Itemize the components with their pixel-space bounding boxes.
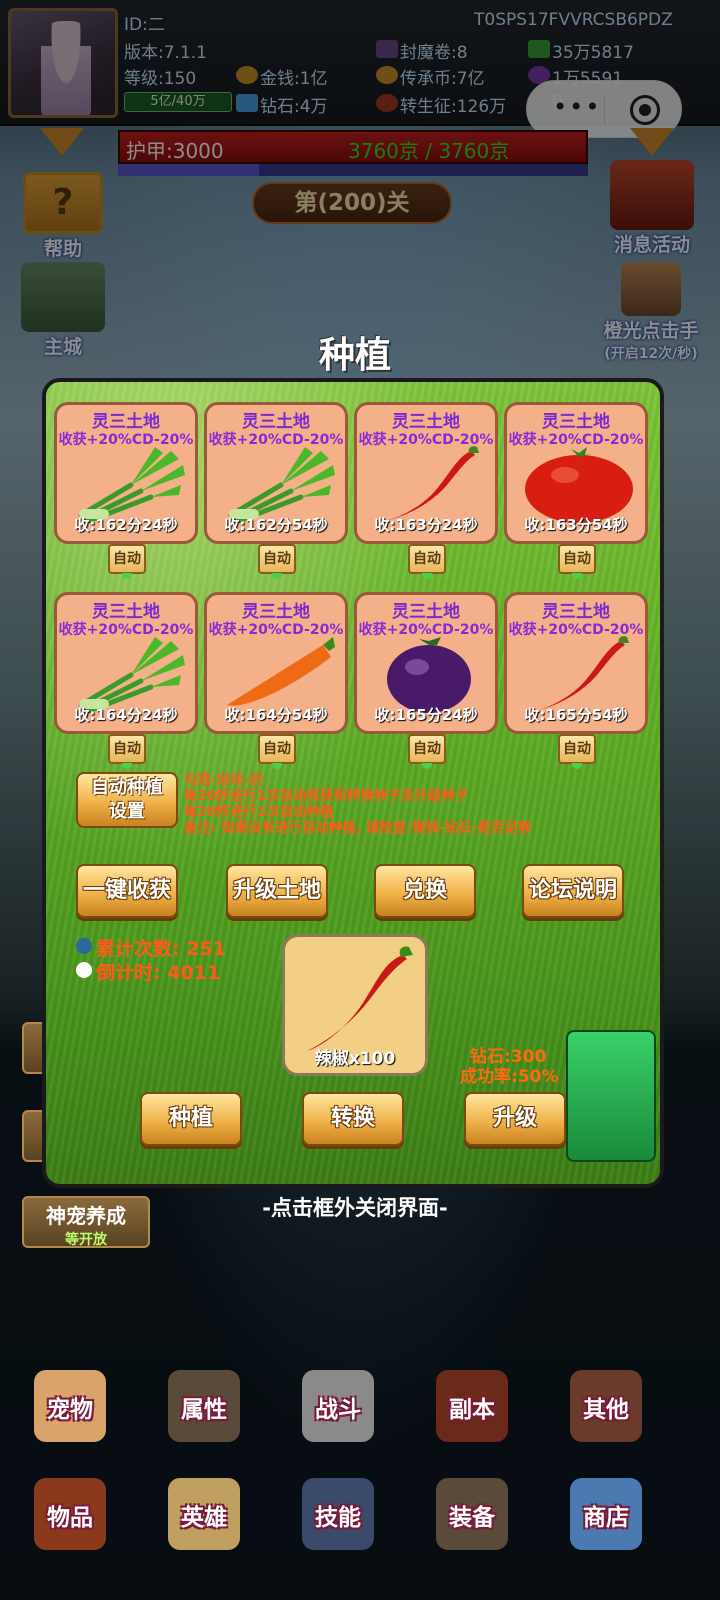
upgrade-button[interactable]: 升级 <box>464 1092 566 1146</box>
plant-button[interactable]: 种植 <box>140 1092 242 1146</box>
convert-button[interactable]: 转换 <box>302 1092 404 1146</box>
auto-toggle-button[interactable]: 自动 <box>408 734 446 769</box>
auto-toggle-button[interactable]: 自动 <box>408 544 446 579</box>
auto-toggle-button[interactable]: 自动 <box>558 734 596 769</box>
nav-item[interactable]: 商店 <box>556 1468 656 1568</box>
nav-label: 物品 <box>47 1505 93 1531</box>
nav-item[interactable]: 物品 <box>20 1468 120 1568</box>
selected-seed-slot[interactable]: 辣椒x100 <box>282 934 428 1076</box>
plot-harvest-time: 收:162分24秒 <box>74 516 178 534</box>
plot-harvest-time: 收:165分54秒 <box>524 706 628 724</box>
nav-label: 副本 <box>449 1397 495 1423</box>
plot-harvest-time: 收:162分54秒 <box>224 516 328 534</box>
farm-plot[interactable]: 灵三土地 收获+20%CD-20% 收:165分24秒 <box>354 592 498 734</box>
plot-harvest-time: 收:165分24秒 <box>374 706 478 724</box>
upgrade-land-button[interactable]: 升级土地 <box>226 864 328 918</box>
auto-toggle-button[interactable]: 自动 <box>258 544 296 579</box>
nav-label: 战斗 <box>315 1397 361 1423</box>
note-line: 备注: 如果没有进行自动种植, 请检查-银钱-钻石-是否足够 <box>184 820 532 836</box>
greens-crop-icon <box>71 635 187 714</box>
auto-toggle-button[interactable]: 自动 <box>108 544 146 579</box>
close-hint: -点击框外关闭界面- <box>262 1196 448 1220</box>
farm-plot[interactable]: 灵三土地 收获+20%CD-20% 收:162分54秒 <box>204 402 348 544</box>
nav-item[interactable]: 副本 <box>422 1360 522 1460</box>
nav-item[interactable]: 宠物 <box>20 1360 120 1460</box>
farm-plot[interactable]: 灵三土地 收获+20%CD-20% 收:164分54秒 <box>204 592 348 734</box>
nav-label: 商店 <box>583 1505 629 1531</box>
auto-toggle-button[interactable]: 自动 <box>258 734 296 769</box>
farm-plot[interactable]: 灵三土地 收获+20%CD-20% 收:162分24秒 <box>54 402 198 544</box>
harvest-all-button[interactable]: 一键收获 <box>76 864 178 918</box>
nav-item[interactable]: 属性 <box>154 1360 254 1460</box>
selected-seed-qty: 辣椒x100 <box>314 1049 396 1069</box>
chili-crop-icon <box>371 445 487 523</box>
tomato-crop-icon <box>521 445 637 523</box>
clock-icon <box>76 962 92 978</box>
nav-label: 英雄 <box>181 1505 227 1531</box>
nav-item[interactable]: 战斗 <box>288 1360 388 1460</box>
plot-harvest-time: 收:164分54秒 <box>224 706 328 724</box>
nav-item[interactable]: 技能 <box>288 1468 388 1568</box>
auto-toggle-button[interactable]: 自动 <box>558 544 596 579</box>
greens-crop-icon <box>71 445 187 524</box>
nav-item[interactable]: 装备 <box>422 1468 522 1568</box>
chili-crop-icon <box>521 635 637 713</box>
auto-plant-settings-button[interactable]: 自动种植 设置 <box>76 772 178 828</box>
farm-plot[interactable]: 灵三土地 收获+20%CD-20% 收:164分24秒 <box>54 592 198 734</box>
nav-label: 技能 <box>315 1505 361 1531</box>
nav-label: 装备 <box>449 1505 495 1531</box>
countdown: 倒计时: 4011 <box>96 962 221 984</box>
auto-toggle-button[interactable]: 自动 <box>108 734 146 769</box>
seed-chest-icon <box>566 1030 656 1162</box>
settings-line-2: 设置 <box>109 801 145 822</box>
nav-label: 其他 <box>583 1397 629 1423</box>
fertilizer-icon <box>76 938 92 954</box>
farm-plot[interactable]: 灵三土地 收获+20%CD-20% 收:165分54秒 <box>504 592 648 734</box>
eggplant-crop-icon <box>371 635 487 713</box>
chili-seed-icon <box>307 946 413 1051</box>
pet-train-sub: 等开放 <box>65 1232 107 1248</box>
dialog-title: 种植 <box>318 335 391 376</box>
nav-label: 宠物 <box>47 1397 93 1423</box>
plot-harvest-time: 收:164分24秒 <box>74 706 178 724</box>
total-count: 累计次数: 251 <box>96 938 226 960</box>
exchange-button[interactable]: 兑换 <box>374 864 476 918</box>
nav-item[interactable]: 其他 <box>556 1360 656 1460</box>
nav-item[interactable]: 英雄 <box>154 1468 254 1568</box>
farm-plot[interactable]: 灵三土地 收获+20%CD-20% 收:163分24秒 <box>354 402 498 544</box>
greens-crop-icon <box>221 445 337 524</box>
success-rate: 成功率:50% <box>460 1067 559 1087</box>
plot-harvest-time: 收:163分24秒 <box>374 516 478 534</box>
plot-harvest-time: 收:163分54秒 <box>524 516 628 534</box>
settings-line-1: 自动种植 <box>91 777 163 798</box>
nav-label: 属性 <box>181 1397 227 1423</box>
forum-info-button[interactable]: 论坛说明 <box>522 864 624 918</box>
carrot-crop-icon <box>221 635 337 713</box>
farm-plot[interactable]: 灵三土地 收获+20%CD-20% 收:163分54秒 <box>504 402 648 544</box>
